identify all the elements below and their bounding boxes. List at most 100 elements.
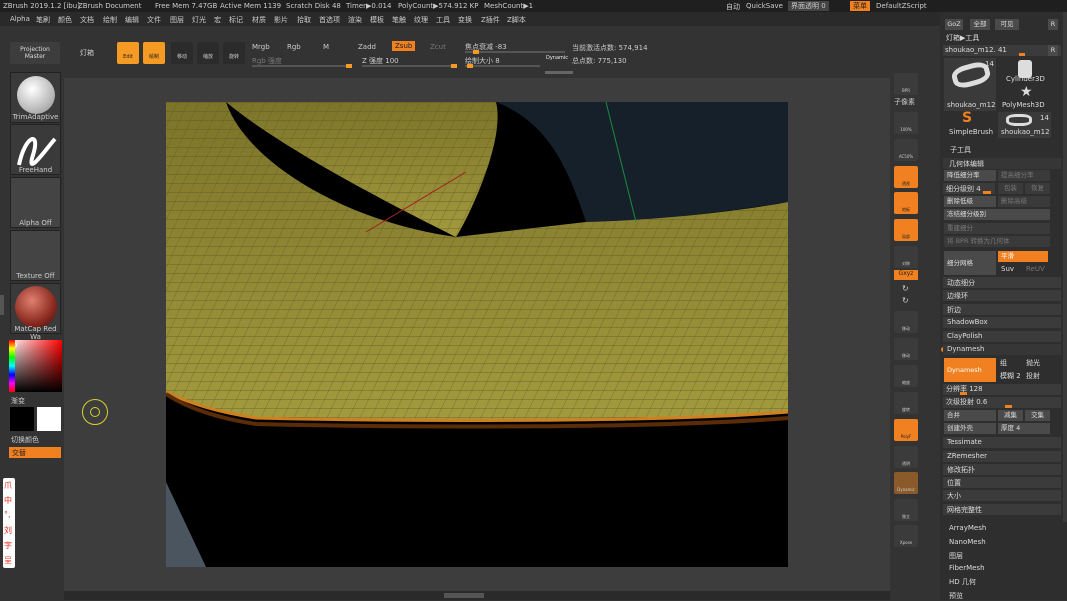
arraymesh-item[interactable]: ArrayMesh (949, 524, 986, 532)
draw-size-track[interactable] (465, 64, 540, 68)
bpr-button[interactable]: BPR (894, 73, 918, 95)
projection-master-button[interactable]: Projection Master (10, 42, 60, 64)
divide-button[interactable]: 细分网格 (944, 251, 996, 275)
menu-movie[interactable]: 影片 (274, 15, 288, 25)
menu-brush[interactable]: 笔刷 (36, 15, 50, 25)
gxyz-button[interactable]: Gxyz (894, 270, 918, 280)
ime-keyboard-icon[interactable]: 刘 (4, 525, 12, 536)
menu-transform[interactable]: 变换 (458, 15, 472, 25)
higher-res-button[interactable]: 提高细分率 (998, 170, 1050, 181)
edgeloop-row[interactable]: 边缘环 (943, 290, 1061, 301)
solo-button[interactable]: 独立 (894, 499, 918, 521)
del-higher-button[interactable]: 删除高级 (998, 196, 1050, 207)
auto-label[interactable]: 自动 (726, 2, 740, 12)
polyf-button[interactable]: PolyF (894, 419, 918, 441)
default-zscript[interactable]: DefaultZScript (876, 2, 927, 10)
menu-alpha[interactable]: Alpha (10, 15, 30, 23)
fibermesh-item[interactable]: FiberMesh (949, 564, 985, 572)
convert-bpr-button[interactable]: 将 BPR 转换为几何体 (944, 236, 1050, 247)
local-button[interactable]: 局部 (894, 219, 918, 241)
suv-toggle[interactable]: Suv (1001, 265, 1014, 273)
aahalf-button[interactable]: AC50% (894, 139, 918, 161)
m-button[interactable]: M (323, 43, 329, 51)
ime-user-icon[interactable]: 字 (4, 540, 12, 551)
zcut-button[interactable]: Zcut (430, 43, 446, 51)
move-view-button[interactable]: 移动 (894, 338, 918, 360)
tool-thumb-simplebrush[interactable]: S SimpleBrush (944, 110, 996, 138)
project-toggle[interactable]: 投射 (1026, 371, 1040, 381)
main-color-swatch[interactable] (37, 407, 61, 431)
menu-document[interactable]: 文档 (80, 15, 94, 25)
size-row[interactable]: 大小 (943, 490, 1061, 501)
rotate-axis-icon-2[interactable]: ↻ (902, 296, 909, 305)
shadowbox-row[interactable]: ShadowBox (943, 317, 1061, 328)
scale-view-button[interactable]: 缩放 (894, 365, 918, 387)
layers-item[interactable]: 图层 (949, 551, 963, 561)
ime-chinese-icon[interactable]: 中 (4, 495, 12, 506)
left-tray-handle[interactable] (0, 295, 4, 315)
menu-zscript[interactable]: Z脚本 (507, 15, 526, 25)
menu-tool[interactable]: 工具 (436, 15, 450, 25)
position-row[interactable]: 位置 (943, 477, 1061, 488)
rotate-axis-icon[interactable]: ↻ (902, 284, 909, 293)
gradient-label[interactable]: 渐变 (11, 396, 25, 406)
bottom-tray-handle[interactable] (444, 593, 484, 598)
menu-button[interactable]: 菜单 (850, 1, 870, 11)
menu-draw[interactable]: 绘制 (103, 15, 117, 25)
menu-material[interactable]: 材质 (252, 15, 266, 25)
persp-button[interactable]: 透视 (894, 166, 918, 188)
toolbar-scroll-handle[interactable] (545, 71, 573, 74)
actual-button[interactable]: 100% (894, 112, 918, 134)
model-view[interactable] (166, 102, 788, 567)
crease-row[interactable]: 折边 (943, 304, 1061, 315)
dynamic-persp-button[interactable]: Dynamic (894, 472, 918, 494)
tool-thumb-shoukao[interactable]: 14 shoukao_m12 (944, 58, 996, 111)
panel-scrollbar[interactable] (1063, 12, 1067, 522)
zremesher-row[interactable]: ZRemesher (943, 451, 1061, 462)
alternate-button[interactable]: 交替 (9, 447, 61, 458)
scale-button[interactable]: 缩放 (197, 42, 219, 64)
dynamesh-button[interactable]: Dynamesh (944, 358, 996, 382)
resolution-knob[interactable] (960, 392, 967, 395)
mesh-integrity-row[interactable]: 网格完整性 (943, 504, 1061, 515)
move-button[interactable]: 移动 (171, 42, 193, 64)
hue-strip[interactable] (9, 340, 15, 392)
intersect-button[interactable]: 交集 (1025, 410, 1050, 421)
cage-button[interactable]: 包装 (998, 183, 1023, 194)
switch-color-button[interactable]: 切换颜色 (11, 435, 39, 445)
claypolish-row[interactable]: ClayPolish (943, 331, 1061, 342)
edit-button[interactable]: Edit (117, 42, 139, 64)
subproject-knob[interactable] (1005, 405, 1012, 408)
transp-button[interactable]: 透明 (894, 446, 918, 468)
r-button[interactable]: R (1048, 19, 1058, 30)
reuv-toggle[interactable]: ReUV (1026, 265, 1045, 273)
menu-light[interactable]: 灯光 (192, 15, 206, 25)
z-intensity-knob[interactable] (451, 64, 457, 68)
sdiv-knob[interactable] (983, 191, 991, 194)
modify-topology-row[interactable]: 修改拓扑 (943, 464, 1061, 475)
smooth-toggle[interactable]: 平滑 (998, 251, 1048, 262)
menu-render[interactable]: 渲染 (348, 15, 362, 25)
rgb-intensity-track[interactable] (252, 64, 352, 68)
tessimate-row[interactable]: Tessimate (943, 437, 1061, 448)
symmetry-button[interactable]: 对称 (894, 246, 918, 268)
dynamesh-header[interactable]: Dynamesh (943, 344, 1061, 355)
menu-preferences[interactable]: 首选项 (319, 15, 340, 25)
rotate-button[interactable]: 旋转 (223, 42, 245, 64)
mesh-render[interactable] (166, 102, 788, 567)
merge-button[interactable]: 合并 (944, 410, 996, 421)
ime-punct-icon[interactable]: °, (4, 510, 11, 519)
ime-grid-icon[interactable]: 呈 (4, 555, 12, 566)
hd-geometry-item[interactable]: HD 几何 (949, 577, 976, 587)
create-shell-button[interactable]: 创建外壳 (944, 423, 996, 434)
geometry-header[interactable]: 几何体编辑 (943, 158, 1061, 169)
rgb-intensity-knob[interactable] (346, 64, 352, 68)
menu-stroke[interactable]: 笔触 (392, 15, 406, 25)
menu-picker[interactable]: 拾取 (297, 15, 311, 25)
draw-button[interactable]: 绘制 (143, 42, 165, 64)
freeze-subdiv-button[interactable]: 冻结细分级别 (944, 209, 1050, 220)
sdiv-slider[interactable]: 细分级别 4 (943, 183, 995, 194)
menu-texture[interactable]: 纹理 (414, 15, 428, 25)
z-intensity-track[interactable] (362, 64, 457, 68)
menu-color[interactable]: 颜色 (58, 15, 72, 25)
